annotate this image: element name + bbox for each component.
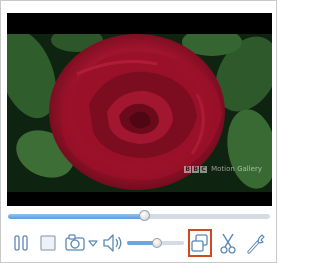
seek-progress	[8, 214, 145, 219]
stop-button[interactable]	[38, 230, 58, 256]
watermark: BBC Motion Gallery	[184, 165, 262, 173]
media-player: BBC Motion Gallery	[0, 0, 277, 263]
speaker-icon	[103, 234, 122, 252]
chevron-down-icon	[88, 240, 98, 247]
snapshot-button[interactable]	[64, 230, 86, 256]
bbc-logo: BBC	[184, 166, 208, 173]
video-frame[interactable]: BBC Motion Gallery	[7, 34, 272, 192]
wrench-icon	[247, 234, 265, 254]
snapshot-menu-button[interactable]	[87, 230, 99, 256]
clip-button[interactable]	[218, 230, 238, 256]
tools-button[interactable]	[245, 230, 267, 256]
scissors-icon	[220, 233, 236, 254]
stop-icon	[40, 235, 56, 251]
pause-icon	[14, 235, 28, 251]
selection-highlight	[188, 229, 212, 257]
video-area[interactable]: BBC Motion Gallery	[7, 13, 272, 206]
mute-button[interactable]	[101, 230, 123, 256]
watermark-text: Motion Gallery	[211, 165, 262, 173]
pause-button[interactable]	[11, 230, 31, 256]
seek-handle[interactable]	[139, 210, 151, 221]
volume-handle[interactable]	[151, 238, 162, 248]
camera-icon	[65, 234, 85, 251]
